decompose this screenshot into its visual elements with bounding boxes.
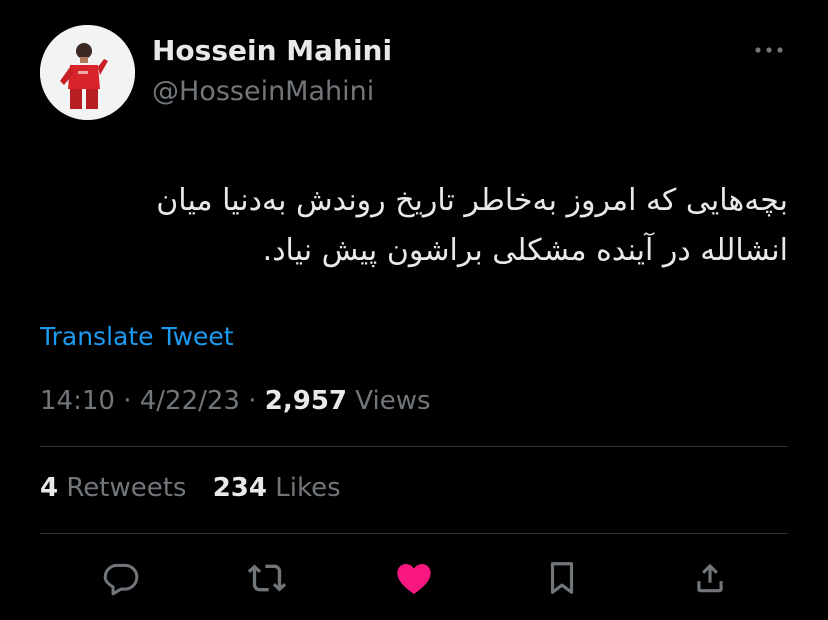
more-options-button[interactable] (752, 40, 786, 60)
retweet-icon (247, 564, 287, 592)
like-button[interactable] (389, 553, 439, 603)
retweets-stat[interactable]: 4 Retweets (40, 473, 186, 503)
meta-separator: · (123, 386, 132, 416)
retweets-count: 4 (40, 473, 59, 503)
more-icon (755, 47, 783, 53)
likes-count: 234 (212, 473, 267, 503)
retweet-button[interactable] (242, 553, 292, 603)
tweet-actions (40, 553, 788, 603)
divider (40, 533, 788, 534)
views-count: 2,957 (264, 386, 348, 416)
heart-icon (397, 564, 431, 594)
retweets-label: Retweets (66, 473, 187, 503)
likes-label: Likes (275, 473, 341, 503)
reply-button[interactable] (96, 553, 146, 603)
tweet-text-line: بچه‌هایی که امروز به‌خاطر تاریخ روندش به… (156, 183, 788, 218)
tweet-meta: 14:10 · 4/22/23 · 2,957 Views (40, 386, 431, 416)
bookmark-button[interactable] (537, 553, 587, 603)
divider (40, 446, 788, 447)
user-handle[interactable]: @HosseinMahini (152, 76, 374, 107)
avatar-image (40, 25, 135, 120)
display-name[interactable]: Hossein Mahini (152, 34, 392, 67)
tweet-date[interactable]: 4/22/23 (140, 386, 240, 416)
tweet-stats: 4 Retweets 234 Likes (40, 473, 359, 503)
tweet-text-line: انشالله در آینده مشکلی براشون پیش نیاد. (262, 233, 788, 268)
avatar[interactable] (40, 25, 135, 120)
share-button[interactable] (685, 553, 735, 603)
views-label: Views (355, 386, 431, 416)
tweet-time[interactable]: 14:10 (40, 386, 115, 416)
bookmark-icon (550, 562, 574, 594)
share-icon (697, 563, 723, 593)
translate-tweet-link[interactable]: Translate Tweet (40, 322, 234, 351)
tweet-text: بچه‌هایی که امروز به‌خاطر تاریخ روندش به… (40, 176, 788, 276)
reply-icon (103, 563, 139, 596)
meta-separator: · (248, 386, 257, 416)
likes-stat[interactable]: 234 Likes (213, 473, 341, 503)
